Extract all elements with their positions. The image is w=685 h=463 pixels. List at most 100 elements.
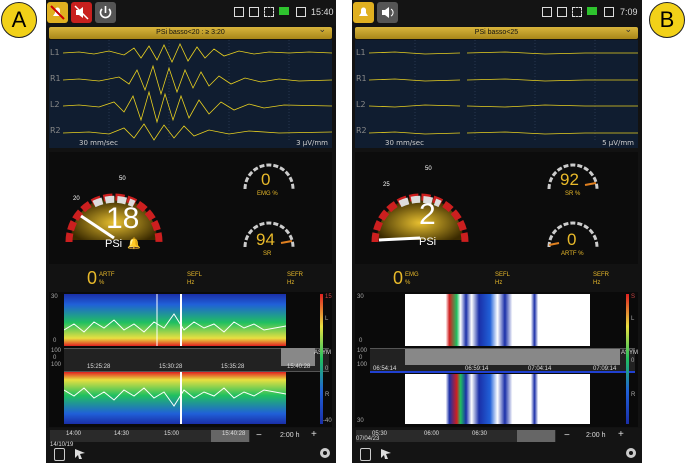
axis-tick: 30 [357,294,364,300]
network-icon [249,7,259,17]
gauge-tick: 50 [425,166,432,172]
time-tick: 06:54:14 [373,366,397,372]
density-spectral-array: 30 0 30 100 0 100 ASYM 06:54:14 06:59:14… [355,292,638,427]
power-icon [99,6,112,19]
date-label: 07/04/23 [356,436,380,442]
eeg-traces [368,40,638,140]
sr-label: SR [263,251,272,257]
zoom-out-button[interactable]: − [564,430,570,441]
axis-tick: 0 [53,338,57,344]
speaker-icon [382,7,394,18]
top-bar: 15:40 [46,0,336,26]
asym-tick: 0 [53,355,57,361]
sr-label: SR % [565,191,581,197]
artf-label: ARTF % [561,251,584,257]
time-tick: 15:30:28 [159,364,183,370]
scale-tick: -40 [323,418,332,424]
scale-tick: L [631,316,635,322]
monitor-panel-b: 7:09 PSi basso<25 ⌄ L1 R1 L2 R2 30 mm/se… [352,0,642,463]
sefr-label: SEFR [593,272,610,278]
sefl-label: SEFL [495,272,511,278]
amplitude-scale: 3 µV/mm [296,139,328,147]
artf-value: 0 [567,230,577,249]
axis-tick: 0 [359,338,363,344]
gear-icon[interactable] [318,446,332,460]
gauge-tick: 25 [383,182,390,188]
psi-label: PSi [419,236,437,248]
artf-value: 0 [87,268,98,288]
cursor-icon[interactable] [380,448,392,460]
sound-off-button[interactable] [71,2,92,23]
color-scale [320,294,323,424]
gauge-tick: 50 [119,176,126,182]
timeline-window[interactable] [517,430,555,442]
battery-icon [587,7,597,15]
amplitude-scale: 5 µV/mm [602,139,634,147]
emg-value: 0 [393,268,404,288]
screenshot-icon[interactable] [54,448,65,461]
sefl-label: SEFL [187,272,203,278]
alarm-button[interactable] [353,2,374,23]
sefr-label: SEFR [287,272,304,278]
psi-label: PSi [105,238,123,250]
timeline-tick: 14:30 [114,431,130,437]
color-scale [626,294,629,424]
timeline-bar: 05:30 06:00 06:30 07/04/23 − 2:00 h + [352,428,642,463]
asym-tick: 100 [357,348,368,354]
spectrogram-left [405,294,590,346]
psi-value: 2 [419,198,436,231]
emg-value: 0 [261,170,271,189]
speaker-off-icon [74,5,89,20]
sound-button[interactable] [377,2,398,23]
zoom-out-button[interactable]: − [256,430,262,441]
header-text: PSi basso<20 : ≥ 3:20 [156,29,225,36]
timeline-tick: 14:00 [66,431,82,437]
sefl-unit: Hz [495,280,503,286]
bell-icon [359,7,368,16]
parameter-row: 0 ARTF % SEFL Hz SEFR Hz [49,266,332,292]
asym-block [405,349,620,365]
top-bar: 7:09 [352,0,642,26]
cursor-icon[interactable] [74,448,86,460]
alarm-mute-button[interactable] [47,2,68,23]
zoom-in-button[interactable]: + [618,429,624,440]
time-tick: 07:04:14 [528,366,552,372]
zoom-in-button[interactable]: + [311,429,317,440]
time-tick: 07:09:14 [593,366,617,372]
square-icon [296,7,306,17]
sef-trace-left [64,294,286,346]
chevron-down-icon[interactable]: ⌄ [318,25,326,35]
time-tick: 15:40:28 [287,364,311,370]
time-tick: 15:35:28 [221,364,245,370]
screenshot-icon[interactable] [360,448,371,461]
timeline-bar: 14:00 14:30 15:00 15:40:28 14/10/19 − 2:… [46,428,336,463]
chevron-down-icon[interactable]: ⌄ [624,25,632,35]
sef-trace-right [64,372,286,424]
asym-tick: 100 [357,362,368,368]
gear-icon[interactable] [624,446,638,460]
square-icon [604,7,614,17]
parameter-row: 0 EMG % SEFL Hz SEFR Hz [355,266,638,292]
time-range: 2:00 h [280,432,300,439]
timeline-tick: 06:00 [424,431,440,437]
scale-tick: S [631,294,636,300]
psi-value: 18 [106,202,140,235]
label-b-badge: B [649,2,685,38]
gauge-tick: 20 [73,196,80,202]
eeg-waveforms: L1 R1 L2 R2 30 mm/sec 3 µV/mm [49,40,332,148]
sefl-unit: Hz [187,280,195,286]
power-button[interactable] [95,2,116,23]
bell-icon: 🔔 [127,237,141,250]
sweep-speed: 30 mm/sec [79,139,118,147]
time-range: 2:00 h [586,432,606,439]
scale-tick: L [325,316,329,322]
axis-tick: 30 [357,418,364,424]
sr-value: 92 [560,170,579,189]
usb-icon [542,7,552,17]
scale-tick: R [631,392,636,398]
emg-label: EMG [405,272,419,278]
eeg-traces [62,40,332,141]
monitor-panel-a: 15:40 PSi basso<20 : ≥ 3:20 ⌄ L1 R1 L2 R… [46,0,336,463]
sweep-speed: 30 mm/sec [385,139,424,147]
sefr-unit: Hz [593,280,601,286]
